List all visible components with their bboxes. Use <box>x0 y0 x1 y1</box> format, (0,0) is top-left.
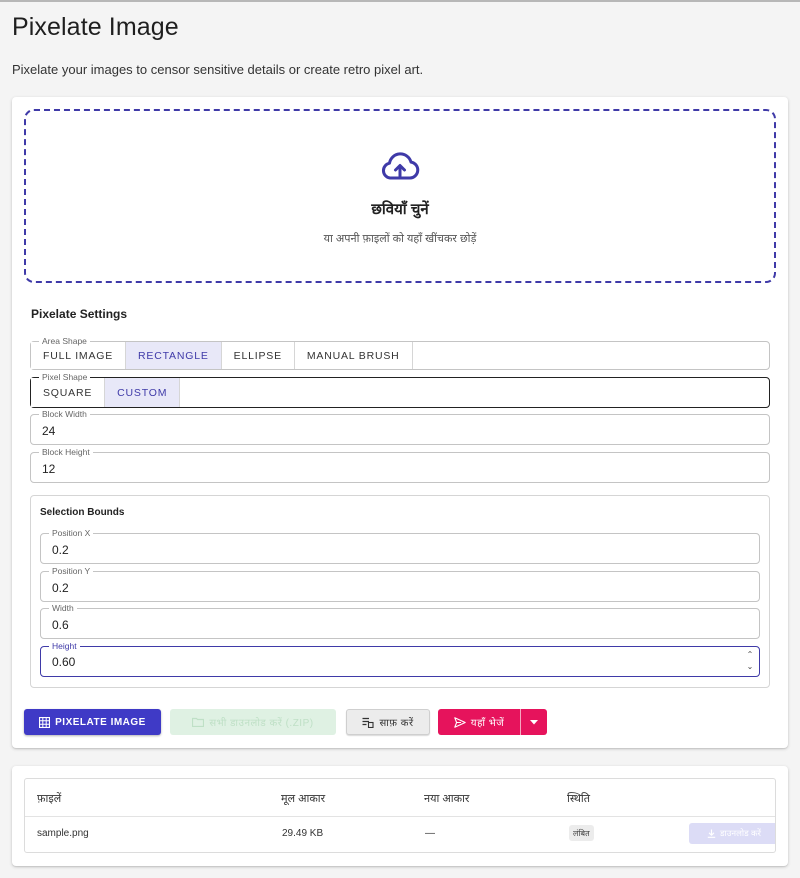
upload-hint: या अपनी फ़ाइलों को यहाँ खींचकर छोड़ें <box>323 233 477 245</box>
position-x-value: 0.2 <box>52 543 69 557</box>
area-shape-label: Area Shape <box>39 335 90 347</box>
block-height-value: 12 <box>42 462 56 476</box>
page-title: Pixelate Image <box>12 13 179 41</box>
pixelate-button-label: PIXELATE IMAGE <box>55 716 146 728</box>
header-files: फ़ाइलें <box>37 793 62 805</box>
width-field[interactable]: Width 0.6 <box>40 602 760 639</box>
header-status: स्थिति <box>567 793 591 805</box>
status-badge: लंबित <box>569 825 594 841</box>
send-button[interactable]: यहाँ भेजें <box>438 709 520 735</box>
position-y-value: 0.2 <box>52 581 69 595</box>
download-icon <box>707 829 716 838</box>
area-shape-manual-brush[interactable]: MANUAL BRUSH <box>294 342 413 369</box>
area-shape-ellipse[interactable]: ELLIPSE <box>221 342 295 369</box>
position-x-label: Position X <box>49 527 94 539</box>
file-name: sample.png <box>37 828 89 839</box>
height-field[interactable]: Height 0.60 ⌃ ⌄ <box>40 640 760 677</box>
header-divider <box>25 816 775 817</box>
block-height-label: Block Height <box>39 446 93 458</box>
header-original-size: मूल आकार <box>281 793 326 805</box>
top-border <box>0 0 800 2</box>
selection-bounds-panel: Selection Bounds Position X 0.2 Position… <box>30 495 770 688</box>
position-x-field[interactable]: Position X 0.2 <box>40 527 760 564</box>
pixel-shape-custom[interactable]: CUSTOM <box>105 378 181 407</box>
height-label: Height <box>49 640 80 652</box>
download-zip-label: सभी डाउनलोड करें (.ZIP) <box>209 718 314 729</box>
block-width-label: Block Width <box>39 408 90 420</box>
download-zip-button[interactable]: सभी डाउनलोड करें (.ZIP) <box>170 709 336 735</box>
pixel-shape-label: Pixel Shape <box>39 371 91 383</box>
file-original-size: 29.49 KB <box>282 828 324 839</box>
send-button-label: यहाँ भेजें <box>470 718 505 729</box>
cloud-upload-icon <box>381 152 420 180</box>
settings-title: Pixelate Settings <box>31 307 128 321</box>
clear-list-icon <box>362 717 374 728</box>
row-download-label: डाउनलोड करें <box>719 828 761 838</box>
row-download-button[interactable]: डाउनलोड करें <box>689 823 775 844</box>
upload-title: छवियाँ चुनें <box>371 201 429 218</box>
pixelate-button[interactable]: PIXELATE IMAGE <box>24 709 161 735</box>
width-label: Width <box>49 602 77 614</box>
clear-button[interactable]: साफ़ करें <box>346 709 430 735</box>
block-width-value: 24 <box>42 424 56 438</box>
file-new-size: — <box>425 828 435 839</box>
area-shape-group: FULL IMAGE RECTANGLE ELLIPSE MANUAL BRUS… <box>30 335 770 370</box>
area-shape-rectangle[interactable]: RECTANGLE <box>126 342 222 369</box>
caret-down-icon <box>530 719 538 724</box>
settings-card: छवियाँ चुनें या अपनी फ़ाइलों को यहाँ खीं… <box>12 97 788 748</box>
height-stepper[interactable]: ⌃ ⌄ <box>745 649 755 675</box>
grid-icon <box>39 716 51 728</box>
folder-icon <box>192 717 205 727</box>
files-card: फ़ाइलें मूल आकार नया आकार स्थिति sample.… <box>12 766 788 866</box>
width-value: 0.6 <box>52 618 69 632</box>
files-table: फ़ाइलें मूल आकार नया आकार स्थिति sample.… <box>24 778 776 853</box>
upload-dropzone[interactable]: छवियाँ चुनें या अपनी फ़ाइलों को यहाँ खीं… <box>24 109 776 283</box>
height-value: 0.60 <box>52 655 76 669</box>
pixel-shape-group: SQUARE CUSTOM Pixel Shape <box>30 371 770 408</box>
position-y-label: Position Y <box>49 565 94 577</box>
block-height-field[interactable]: Block Height 12 <box>30 446 770 483</box>
send-icon <box>454 716 466 728</box>
header-new-size: नया आकार <box>424 793 470 805</box>
stepper-down-icon[interactable]: ⌄ <box>745 661 755 673</box>
block-width-field[interactable]: Block Width 24 <box>30 408 770 445</box>
send-dropdown-button[interactable] <box>520 709 547 735</box>
selection-bounds-title: Selection Bounds <box>40 507 125 518</box>
clear-button-label: साफ़ करें <box>379 718 414 729</box>
page-subtitle: Pixelate your images to censor sensitive… <box>12 62 424 77</box>
position-y-field[interactable]: Position Y 0.2 <box>40 565 760 602</box>
stepper-up-icon[interactable]: ⌃ <box>745 649 755 661</box>
